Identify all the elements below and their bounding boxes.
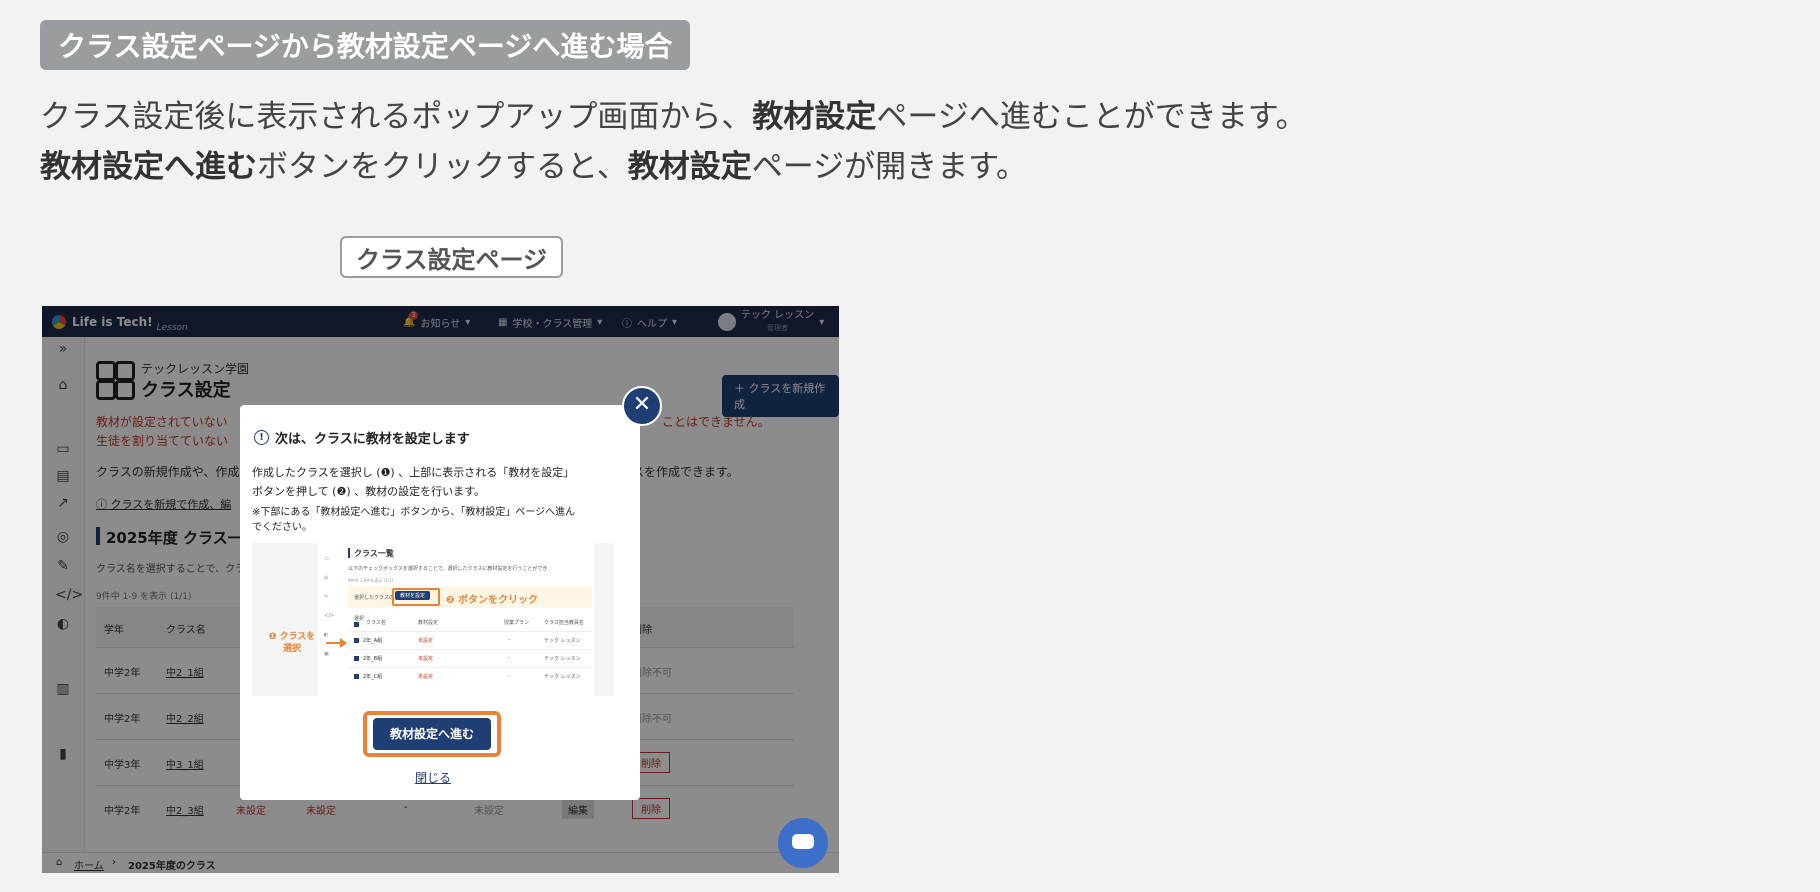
inner-row-class: 2年_B組 [363,656,383,662]
step1-line-2: 選択 [282,644,301,654]
modal-body-1: 作成したクラスを選択し (❶) 、上部に表示される「教材を設定」 [252,466,575,479]
intro-line-2: 教材設定へ進むボタンをクリックすると、教材設定ページが開きます。 [40,142,1307,192]
modal-body-2: ボタンを押して (❷) 、教材の設定を行います。 [252,485,486,498]
inner-row-teacher: テック レッスン [544,638,581,644]
modal-note-1: ※下部にある「教材設定へ進む」ボタンから、「教材設定」ページへ進ん [252,507,576,518]
tutorial-image: ▭ ◎ ✎ </> ◐ ▣ クラス一覧 以下のチェックボックスを選択することで、選択したク… [252,543,614,696]
chat-bubble-icon [792,834,814,849]
modal-title: ! 次は、クラスに教材を設定します [254,428,470,447]
arrow-head [340,638,347,648]
intro-l1b: 教材設定 [752,99,877,135]
inner-col-select: 選択 [354,616,365,622]
inner-row-plan: - [508,673,510,679]
step1-callout: ❶ クラスを 選択 [264,631,320,655]
inner-list-desc: 以下のチェックボックスを選択することで、選択したクラスに教材設定を行うことができ [348,566,548,572]
intro-l1c: ページへ進むことができます。 [876,99,1307,135]
inner-row-material: 未設定 [418,674,434,680]
inner-row-plan: - [508,637,510,643]
inner-selected-bar: 選択したクラスの 教材を設定 ❷ ボタンをクリック [348,586,592,608]
inner-list-title: クラス一覧 [348,548,394,558]
inner-row-material: 未設定 [418,656,434,662]
inner-row: 2年_A組 未設定 - テック レッスン [348,631,592,650]
app-screenshot: Life is Tech! Lesson 🔔 3 お知らせ ▾ ▦ 学校・クラス管… [42,306,839,873]
inner-col-class: クラス名 [366,620,386,626]
section-header-pill: クラス設定ページから教材設定ページへ進む場合 [40,20,691,70]
go-to-materials-button[interactable]: 教材設定へ進む [373,718,491,750]
inner-col-teacher: クラス担当教員名 [544,620,584,626]
modal-body: 作成したクラスを選択し (❶) 、上部に表示される「教材を設定」 ボタンを押して… [252,463,574,501]
inner-set-button: 教材を設定 [395,591,431,600]
intro-l2d: ページが開きます。 [751,149,1028,185]
step2-callout: ❷ ボタンをクリック [446,595,538,606]
inner-table-header: 選択 クラス名 教材設定 授業プラン クラス担当教員名 [348,615,592,629]
inner-row: 2年_C組 未設定 - テック レッスン [348,667,592,686]
intro-l2b: ボタンをクリックすると、 [257,149,628,185]
intro-text: クラス設定後に表示されるポップアップ画面から、教材設定ページへ進むことができます… [40,92,1307,192]
inner-row-plan: - [508,655,510,661]
info-icon: ! [254,430,269,445]
chat-button[interactable] [778,818,828,868]
inner-row-teacher: テック レッスン [544,656,581,662]
mini-sidebar-icons: ▭ ◎ ✎ </> ◐ ▣ [324,556,335,657]
close-icon[interactable]: ✕ [622,386,662,426]
inner-row-material: 未設定 [418,638,434,644]
modal-note-2: でください。 [252,522,312,533]
intro-line-1: クラス設定後に表示されるポップアップ画面から、教材設定ページへ進むことができます… [40,92,1307,142]
intro-l2c: 教材設定 [627,149,752,185]
inner-col-plan: 授業プラン [504,620,530,626]
modal-title-text: 次は、クラスに教材を設定します [275,432,470,447]
modal: ! 次は、クラスに教材を設定します 作成したクラスを選択し (❶) 、上部に表示… [240,405,640,800]
close-link[interactable]: 閉じる [415,769,451,786]
step1-line-1: ❶ クラスを [268,632,316,642]
inner-row: 2年_B組 未設定 - テック レッスン [348,649,592,668]
inner-count: 9件中 1-9件を表示 (1/1) [348,578,394,583]
intro-l2a: 教材設定へ進む [40,149,257,185]
inner-row-teacher: テック レッスン [544,674,581,680]
sub-pill-class-settings: クラス設定ページ [340,236,564,278]
inner-row-class: 2年_A組 [363,638,383,644]
intro-l1a: クラス設定後に表示されるポップアップ画面から、 [40,99,753,135]
inner-row-class: 2年_C組 [363,674,383,680]
inner-col-material: 教材設定 [418,620,439,626]
inner-selected-label: 選択したクラスの [354,595,394,601]
modal-note: ※下部にある「教材設定へ進む」ボタンから、「教材設定」ページへ進ん でください。 [252,505,575,535]
